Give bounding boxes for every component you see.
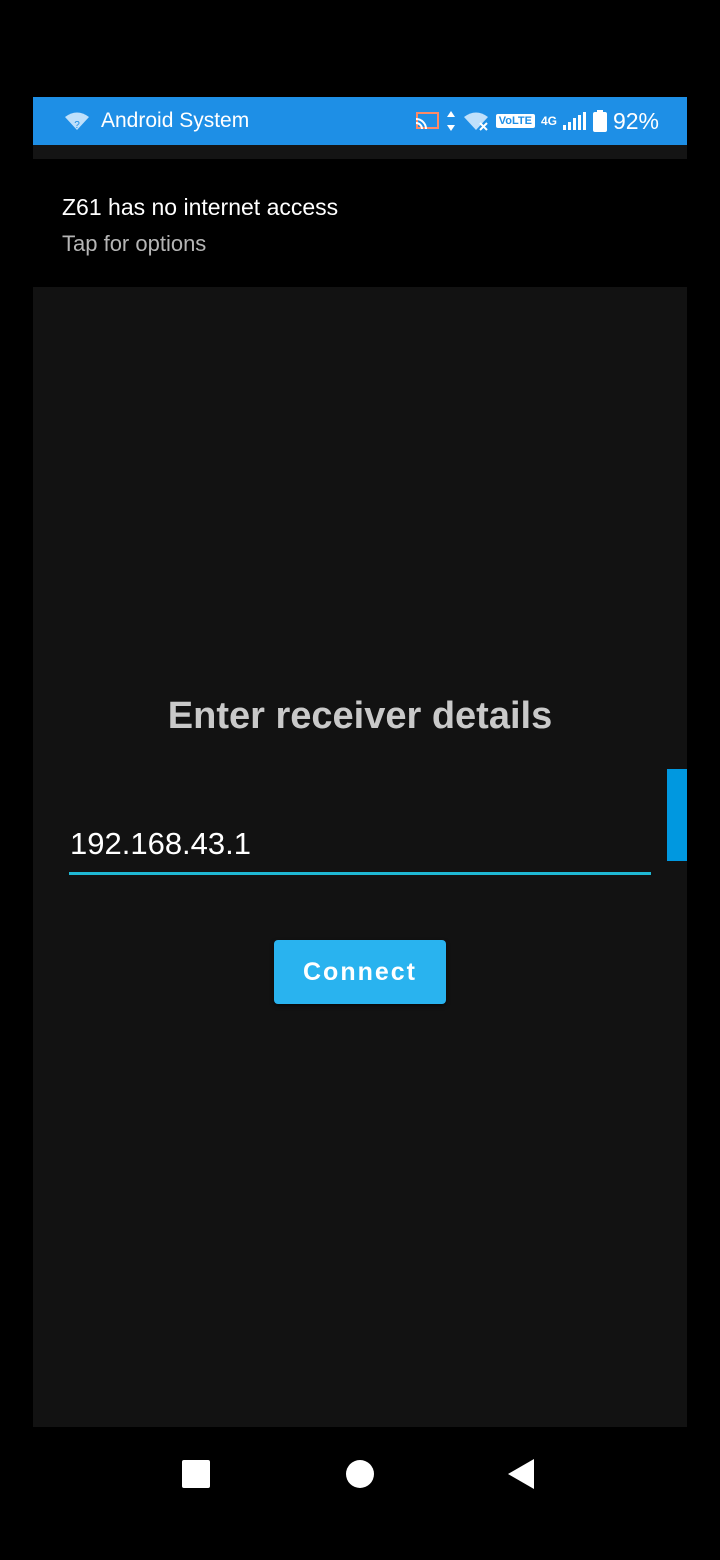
status-left: ? Android System	[63, 109, 249, 133]
cast-icon	[415, 112, 439, 130]
battery-icon	[592, 110, 607, 132]
navigation-bar	[0, 1440, 720, 1504]
notification-subtitle: Tap for options	[62, 231, 207, 256]
scroll-handle[interactable]	[667, 769, 687, 861]
network-type: 4G	[540, 114, 557, 128]
notification-title: Z61 has no internet access	[62, 194, 339, 220]
wifi-off-icon	[463, 112, 488, 131]
notification-app-name: Android System	[101, 109, 250, 132]
home-circle-icon	[346, 1460, 374, 1488]
recents-button[interactable]	[176, 1454, 216, 1494]
page-title: Enter receiver details	[167, 695, 553, 737]
signal-icon	[562, 112, 586, 130]
svg-text:?: ?	[74, 120, 80, 131]
connect-button[interactable]: Connect	[274, 940, 446, 1004]
notification-divider	[33, 145, 687, 159]
home-button[interactable]	[340, 1454, 380, 1494]
back-triangle-icon	[508, 1459, 534, 1489]
status-bar: ? Android System VoLTE 4G 92%	[33, 97, 687, 145]
wifi-question-icon: ?	[65, 112, 89, 131]
no-internet-notification[interactable]: Z61 has no internet access Tap for optio…	[33, 159, 687, 287]
battery-percent: 92%	[612, 107, 659, 134]
back-button[interactable]	[502, 1454, 542, 1494]
volte-badge: VoLTE	[495, 114, 535, 128]
status-icons: VoLTE 4G 92%	[414, 108, 659, 135]
receiver-form-panel: Enter receiver details Connect	[33, 287, 687, 1427]
data-arrows-icon	[446, 111, 455, 131]
receiver-ip-input[interactable]	[69, 815, 651, 875]
recents-square-icon	[182, 1460, 210, 1488]
